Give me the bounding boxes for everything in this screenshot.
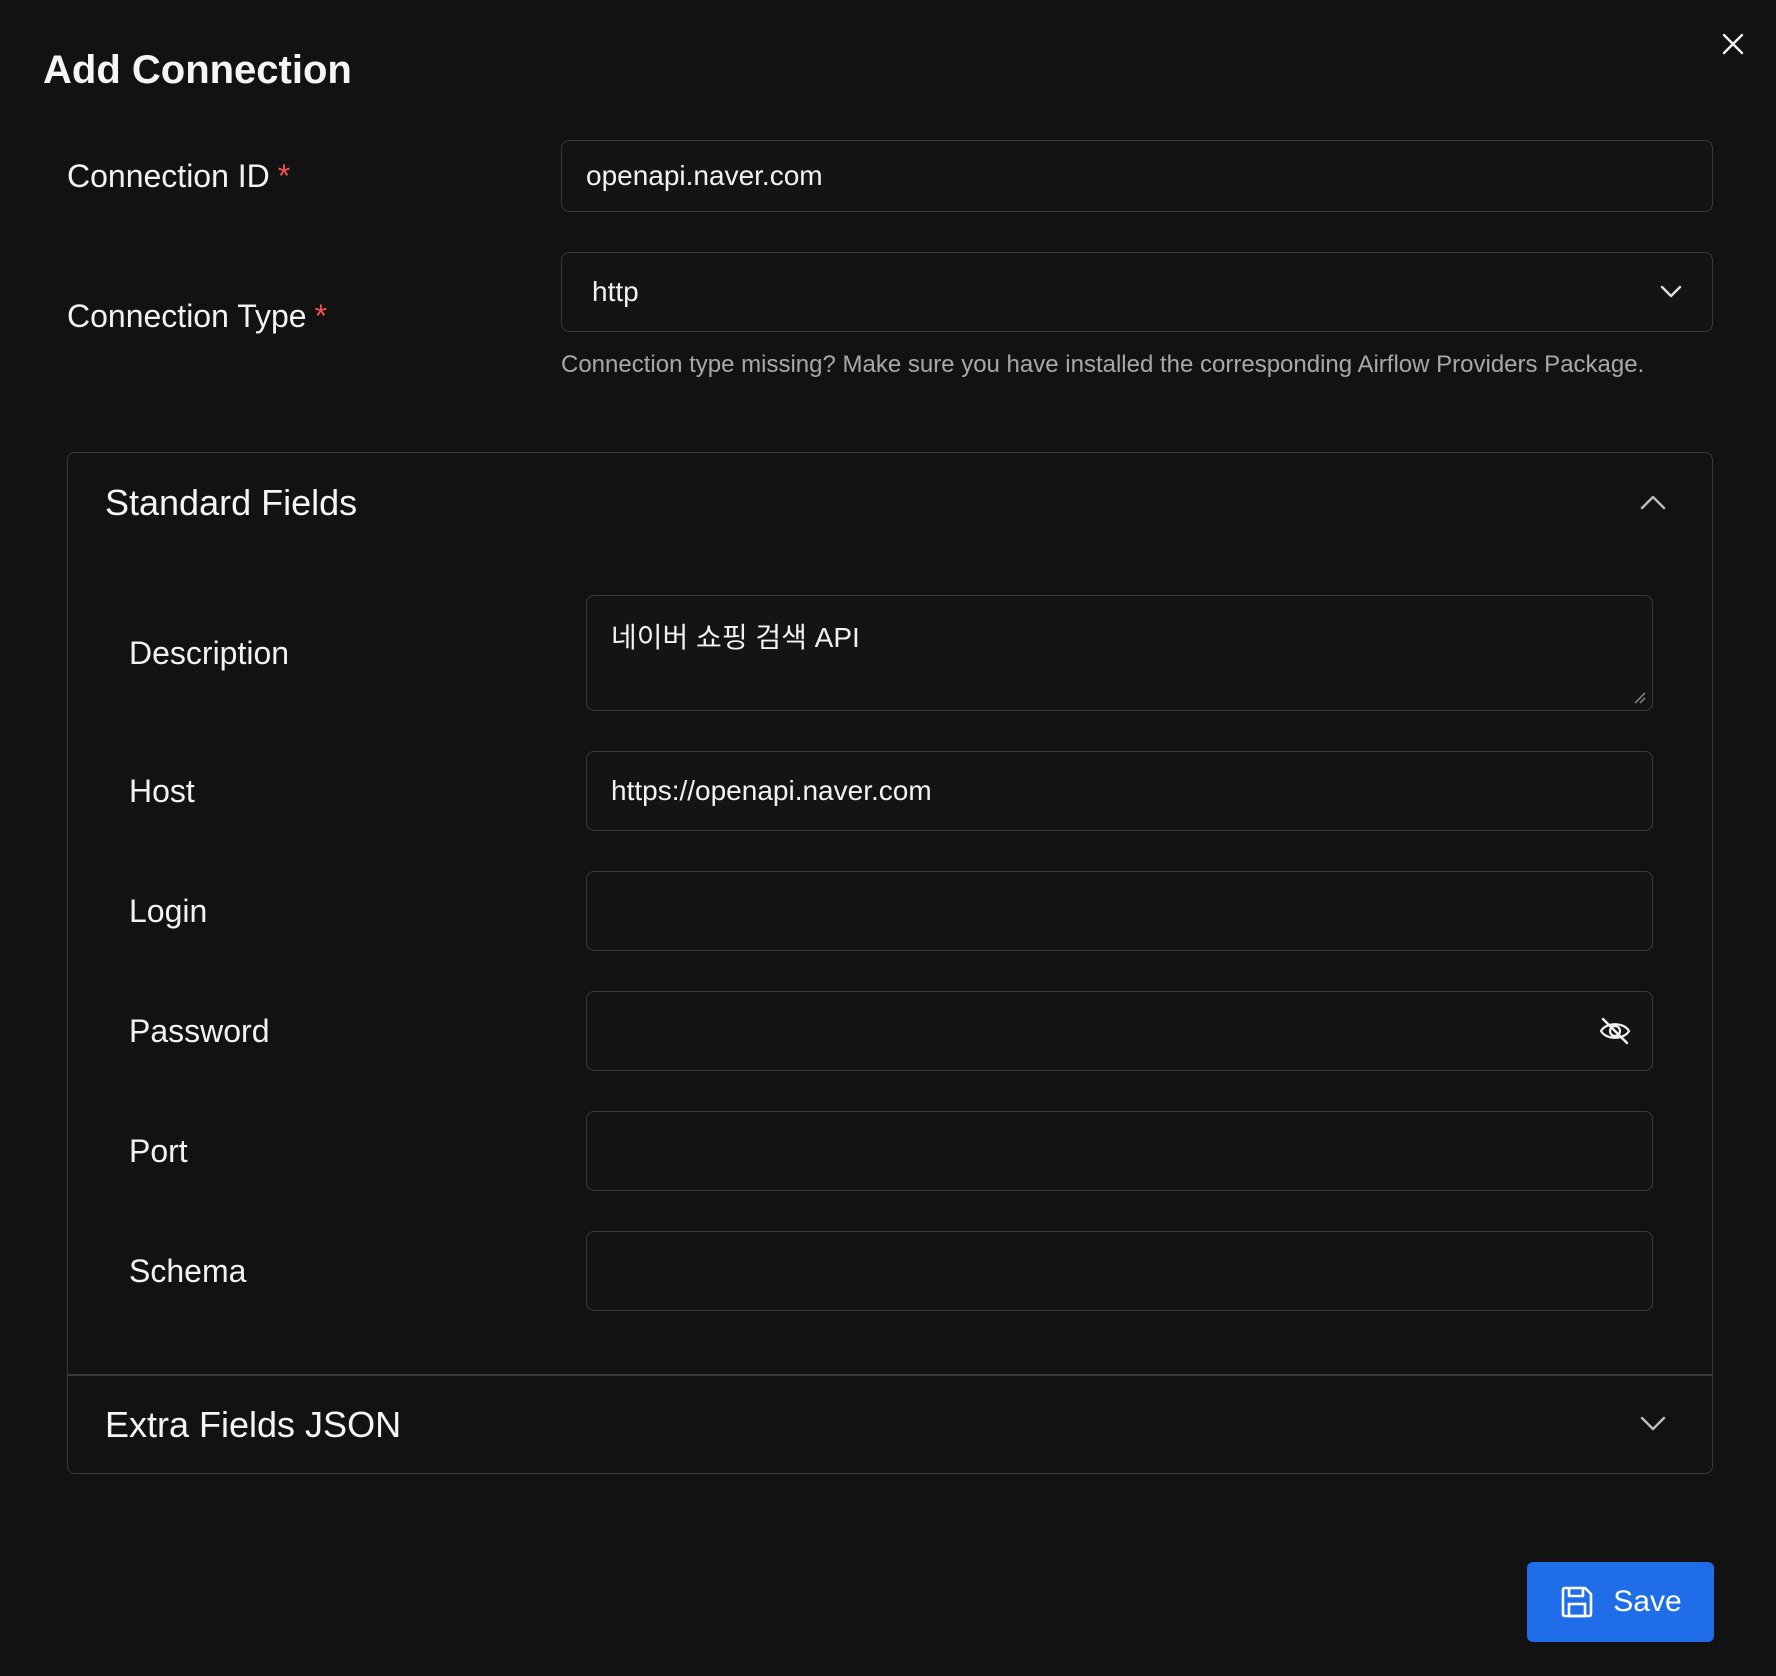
connection-type-label-text: Connection Type bbox=[67, 298, 307, 334]
add-connection-dialog: Add Connection Connection ID * openapi.na… bbox=[0, 0, 1776, 1676]
connection-id-input[interactable]: openapi.naver.com bbox=[561, 140, 1713, 212]
schema-input[interactable] bbox=[586, 1231, 1653, 1311]
extra-fields-toggle[interactable] bbox=[1636, 1407, 1670, 1441]
standard-fields-toggle[interactable] bbox=[1636, 485, 1670, 519]
connection-type-value: http bbox=[592, 276, 639, 307]
close-button[interactable] bbox=[1717, 28, 1749, 60]
required-mark: * bbox=[314, 298, 328, 334]
connection-type-hint: Connection type missing? Make sure you h… bbox=[561, 351, 1645, 378]
login-input[interactable] bbox=[586, 871, 1653, 951]
panel-divider bbox=[68, 1374, 1712, 1376]
port-input[interactable] bbox=[586, 1111, 1653, 1191]
host-label: Host bbox=[129, 773, 195, 809]
login-label: Login bbox=[129, 893, 208, 929]
chevron-up-icon[interactable] bbox=[1640, 494, 1666, 510]
description-label: Description bbox=[129, 635, 290, 671]
dialog-title: Add Connection bbox=[43, 48, 352, 92]
port-label: Port bbox=[129, 1133, 188, 1169]
connection-id-label-text: Connection ID bbox=[67, 158, 270, 194]
password-input[interactable] bbox=[586, 991, 1653, 1071]
password-label: Password bbox=[129, 1013, 270, 1049]
extra-fields-title[interactable]: Extra Fields JSON bbox=[105, 1403, 401, 1447]
chevron-down-icon[interactable] bbox=[1660, 285, 1682, 299]
save-button-label: Save bbox=[1613, 1585, 1682, 1618]
description-textarea[interactable]: 네이버 쇼핑 검색 API bbox=[586, 595, 1653, 711]
connection-id-label: Connection ID * bbox=[67, 156, 290, 196]
chevron-down-icon[interactable] bbox=[1640, 1416, 1666, 1432]
resize-handle-icon[interactable] bbox=[1632, 690, 1646, 704]
schema-label: Schema bbox=[129, 1253, 247, 1289]
standard-fields-title[interactable]: Standard Fields bbox=[105, 481, 357, 525]
host-input[interactable]: https://openapi.naver.com bbox=[586, 751, 1653, 831]
connection-type-label: Connection Type * bbox=[67, 296, 327, 336]
connection-type-select[interactable]: http bbox=[561, 252, 1713, 332]
host-value: https://openapi.naver.com bbox=[611, 775, 932, 806]
required-mark: * bbox=[277, 158, 291, 194]
standard-fields-panel: Standard Fields Description 네이버 쇼핑 검색 AP… bbox=[67, 452, 1713, 1474]
description-value: 네이버 쇼핑 검색 API bbox=[611, 622, 860, 653]
save-button[interactable]: Save bbox=[1527, 1562, 1714, 1642]
floppy-disk-icon bbox=[1561, 1586, 1593, 1618]
connection-id-value: openapi.naver.com bbox=[586, 160, 823, 191]
eye-off-icon[interactable] bbox=[1598, 1016, 1632, 1046]
close-icon[interactable] bbox=[1722, 33, 1744, 55]
